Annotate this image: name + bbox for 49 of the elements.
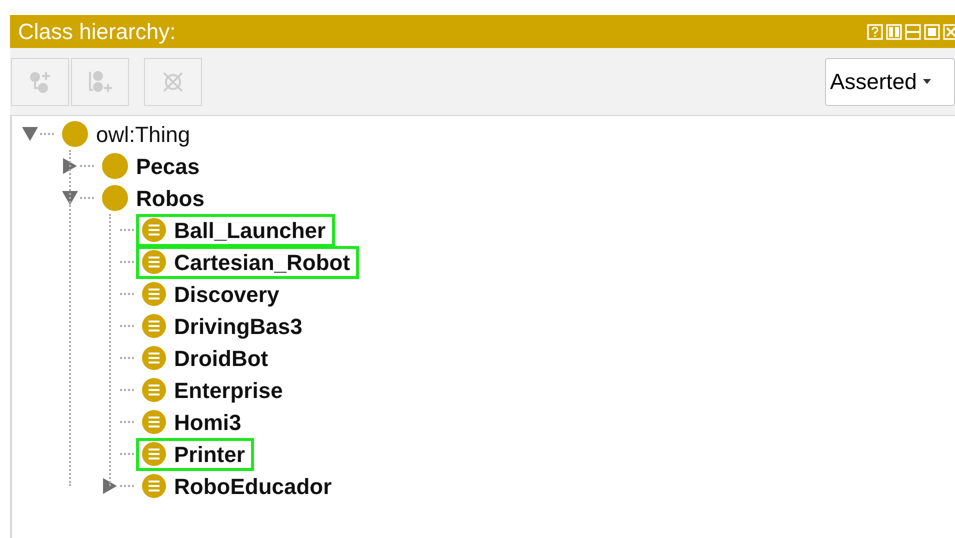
tree-node[interactable]: Ball_Launcher — [136, 214, 335, 246]
tree-node[interactable]: Enterprise — [136, 374, 292, 406]
class-label: Ball_Launcher — [174, 216, 326, 244]
class-label: Enterprise — [174, 376, 283, 405]
tree-node[interactable]: Printer — [136, 438, 254, 470]
columns-icon[interactable] — [886, 24, 902, 40]
class-label: Discovery — [174, 280, 280, 309]
caret-icon — [922, 78, 931, 84]
defined-class-icon — [142, 250, 166, 274]
class-icon — [62, 121, 88, 147]
collapsed-triangle-icon[interactable] — [103, 478, 117, 494]
dropdown-value: Asserted — [830, 68, 917, 96]
tree-node[interactable]: DrivingBas3 — [136, 310, 312, 342]
view-dropdown[interactable]: Asserted — [825, 58, 955, 106]
tree-node[interactable]: DroidBot — [136, 342, 278, 374]
collapsed-triangle-icon[interactable] — [63, 158, 77, 174]
tree-node[interactable]: RoboEducador — [136, 470, 341, 502]
tree-node[interactable]: Cartesian_Robot — [136, 246, 360, 278]
tree-node[interactable]: Discovery — [136, 278, 288, 310]
defined-class-icon — [142, 282, 166, 306]
defined-class-icon — [142, 442, 166, 466]
maximize-icon[interactable] — [924, 24, 940, 40]
class-label: owl:Thing — [96, 120, 190, 149]
expanded-triangle-icon[interactable] — [62, 191, 78, 205]
defined-class-icon — [142, 410, 166, 434]
rows-icon[interactable] — [905, 24, 921, 40]
defined-class-icon — [142, 346, 166, 370]
class-label: Printer — [174, 440, 245, 468]
class-label: RoboEducador — [174, 472, 332, 500]
class-label: Pecas — [136, 152, 200, 180]
defined-class-icon — [142, 378, 166, 402]
help-icon[interactable] — [867, 24, 883, 40]
tree-node[interactable]: owl:Thing — [56, 118, 200, 150]
close-icon[interactable] — [943, 24, 955, 40]
class-icon — [102, 185, 128, 211]
class-label: Cartesian_Robot — [174, 248, 350, 276]
tree-node[interactable]: Pecas — [96, 150, 209, 182]
class-label: Robos — [136, 184, 204, 212]
defined-class-icon — [142, 218, 166, 242]
class-label: DrivingBas3 — [174, 312, 302, 341]
expanded-triangle-icon[interactable] — [22, 127, 38, 141]
defined-class-icon — [142, 314, 166, 338]
defined-class-icon — [142, 474, 166, 498]
panel-title: Class hierarchy: — [18, 18, 176, 46]
class-icon — [102, 153, 128, 179]
class-label: Homi3 — [174, 408, 242, 436]
class-label: DroidBot — [174, 344, 268, 372]
tree-node[interactable]: Homi3 — [136, 406, 250, 438]
tree-node[interactable]: Robos — [96, 182, 214, 214]
